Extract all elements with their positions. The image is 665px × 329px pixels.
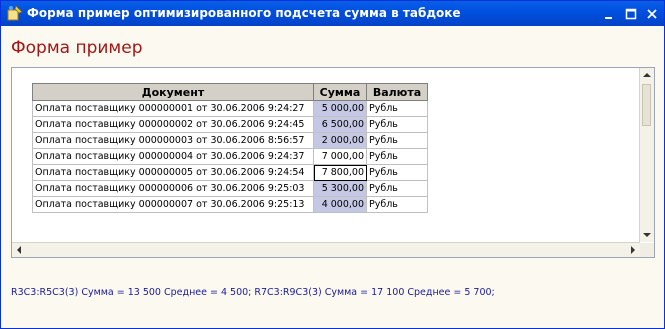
document-cell[interactable]: Оплата поставщику 000000005 от 30.06.200… [32, 164, 314, 181]
document-cell[interactable]: Оплата поставщику 000000004 от 30.06.200… [32, 148, 314, 165]
currency-cell[interactable]: Рубль [366, 132, 428, 149]
close-button[interactable] [644, 6, 660, 22]
header-sum[interactable]: Сумма [313, 83, 367, 101]
minimize-button[interactable] [601, 6, 617, 22]
currency-cell[interactable]: Рубль [366, 100, 428, 117]
selection-summary: R3C3:R5C3(3) Сумма = 13 500 Среднее = 4 … [11, 287, 495, 298]
scroll-down-icon[interactable] [640, 228, 654, 242]
table-row[interactable]: Оплата поставщику 000000004 от 30.06.200… [32, 148, 428, 165]
scroll-corner [640, 243, 654, 257]
currency-cell[interactable]: Рубль [366, 196, 428, 213]
document-cell[interactable]: Оплата поставщику 000000001 от 30.06.200… [32, 100, 314, 117]
scroll-left-icon[interactable] [12, 243, 26, 257]
spreadsheet-document[interactable]: Документ Сумма Валюта Оплата поставщику … [11, 67, 655, 258]
form-icon [7, 5, 23, 21]
scroll-up-icon[interactable] [640, 68, 654, 82]
sum-cell[interactable]: 5 300,00 [313, 180, 367, 197]
table-row[interactable]: Оплата поставщику 000000007 от 30.06.200… [32, 196, 428, 213]
sum-cell[interactable]: 2 000,00 [313, 132, 367, 149]
sum-cell[interactable]: 4 000,00 [313, 196, 367, 213]
header-document[interactable]: Документ [32, 83, 314, 101]
table-row[interactable]: Оплата поставщику 000000005 от 30.06.200… [32, 164, 428, 181]
scroll-right-icon[interactable] [626, 243, 640, 257]
vertical-scrollbar[interactable] [639, 68, 654, 242]
table-row[interactable]: Оплата поставщику 000000003 от 30.06.200… [32, 132, 428, 149]
sum-cell[interactable]: 6 500,00 [313, 116, 367, 133]
sum-cell[interactable]: 7 000,00 [313, 148, 367, 165]
table-row[interactable]: Оплата поставщику 000000006 от 30.06.200… [32, 180, 428, 197]
table-row[interactable]: Оплата поставщику 000000001 от 30.06.200… [32, 100, 428, 117]
form-heading: Форма пример [11, 38, 143, 58]
horizontal-scrollbar[interactable] [12, 242, 640, 257]
table-header-row: Документ Сумма Валюта [32, 83, 428, 101]
maximize-button[interactable] [623, 6, 639, 22]
currency-cell[interactable]: Рубль [366, 180, 428, 197]
document-cell[interactable]: Оплата поставщику 000000006 от 30.06.200… [32, 180, 314, 197]
document-cell[interactable]: Оплата поставщику 000000002 от 30.06.200… [32, 116, 314, 133]
sum-cell-active[interactable]: 7 800,00 [313, 164, 367, 181]
currency-cell[interactable]: Рубль [366, 148, 428, 165]
document-cell[interactable]: Оплата поставщику 000000007 от 30.06.200… [32, 196, 314, 213]
scroll-thumb[interactable] [642, 84, 651, 126]
sum-cell[interactable]: 5 000,00 [313, 100, 367, 117]
window-title: Форма пример оптимизированного подсчета … [27, 6, 461, 20]
table-row[interactable]: Оплата поставщику 000000002 от 30.06.200… [32, 116, 428, 133]
payments-table: Документ Сумма Валюта Оплата поставщику … [32, 83, 428, 213]
header-currency[interactable]: Валюта [366, 83, 428, 101]
title-bar[interactable]: Форма пример оптимизированного подсчета … [1, 1, 664, 26]
app-window: Форма пример оптимизированного подсчета … [0, 0, 665, 329]
document-cell[interactable]: Оплата поставщику 000000003 от 30.06.200… [32, 132, 314, 149]
currency-cell[interactable]: Рубль [366, 164, 428, 181]
currency-cell[interactable]: Рубль [366, 116, 428, 133]
